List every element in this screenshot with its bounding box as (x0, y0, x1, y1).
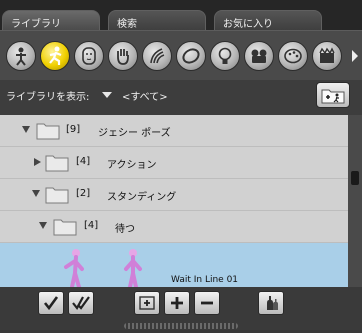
face-icon[interactable] (74, 41, 104, 71)
tab-favorites[interactable]: お気に入り (214, 10, 322, 30)
scrollbar-thumb[interactable] (351, 171, 359, 185)
collapse-arrow-icon[interactable] (34, 158, 41, 166)
scene-icon[interactable] (312, 41, 342, 71)
library-display-value[interactable]: <すべて> (122, 88, 168, 103)
tab-search[interactable]: 検索 (108, 10, 206, 30)
tree-row-wait[interactable]: [4] 待つ (0, 211, 348, 243)
tab-library-label: ライブラリ (11, 19, 61, 30)
figure-icon[interactable] (6, 41, 36, 71)
materials-icon[interactable] (278, 41, 308, 71)
tree-row-count: [2] (76, 188, 91, 199)
tab-favorites-label: お気に入り (223, 19, 273, 30)
expand-arrow-icon[interactable] (39, 222, 47, 229)
tree-row-label: アクション (107, 160, 157, 171)
tree-row-count: [4] (76, 156, 91, 167)
resize-grip[interactable] (124, 323, 238, 329)
add-folder-icon (321, 89, 345, 104)
expand-arrow-icon[interactable] (32, 190, 40, 197)
tree-row-count: [9] (66, 124, 81, 135)
folder-icon (53, 219, 77, 236)
camera-icon[interactable] (244, 41, 274, 71)
apply-double-button[interactable] (68, 291, 94, 315)
category-toolbar (0, 30, 362, 80)
add-folder-button[interactable] (316, 82, 350, 108)
tree-row-jessie-poses[interactable]: [9] ジェシー ポーズ (0, 115, 348, 147)
tree-row-standing[interactable]: [2] スタンディング (0, 179, 348, 211)
light-icon[interactable] (210, 41, 240, 71)
expand-arrow-icon[interactable] (22, 126, 30, 133)
add-to-library-button[interactable] (134, 291, 160, 315)
hair-icon[interactable] (142, 41, 172, 71)
pose-thumbnail-figure (124, 249, 142, 287)
checkmark-icon (43, 296, 59, 311)
tree-row-count: [4] (84, 220, 99, 231)
tab-bar: ライブラリ 検索 お気に入り (0, 0, 362, 30)
bottom-toolbar (0, 287, 362, 333)
remove-button[interactable] (194, 291, 220, 315)
tab-library[interactable]: ライブラリ (2, 10, 100, 30)
library-dropdown-arrow-icon[interactable] (102, 92, 112, 98)
pose-thumbnail-figure (64, 249, 84, 287)
tree-row-label: スタンディング (107, 192, 177, 203)
apply-button[interactable] (38, 291, 64, 315)
tree-row-label: ジェシー ポーズ (98, 128, 171, 139)
tree-row-action[interactable]: [4] アクション (0, 147, 348, 179)
tree-scrollbar[interactable] (348, 115, 362, 287)
add-set-icon (139, 296, 155, 310)
minus-icon (201, 301, 213, 305)
library-display-bar: ライブラリを表示: <すべて> (0, 80, 362, 115)
hand-icon[interactable] (108, 41, 138, 71)
double-checkmark-icon (72, 296, 90, 310)
folder-icon (45, 155, 69, 172)
plus-icon (171, 297, 183, 309)
pose-running-icon[interactable] (40, 41, 70, 71)
tree-row-label: 待つ (115, 224, 135, 235)
folder-icon (36, 123, 60, 140)
pose-thumbnail-name: Wait In Line 01 (171, 275, 239, 285)
bottles-icon (267, 296, 278, 310)
library-display-label: ライブラリを表示: (6, 92, 90, 103)
clothing-icon[interactable] (176, 41, 206, 71)
library-options-button[interactable] (258, 291, 284, 315)
add-button[interactable] (164, 291, 190, 315)
tab-search-label: 検索 (117, 19, 137, 30)
library-tree: [9] ジェシー ポーズ [4] アクション [2] スタンディング [4] 待… (0, 115, 348, 287)
folder-icon (45, 187, 69, 204)
toolbar-scroll-right-icon[interactable] (350, 49, 360, 63)
pose-thumbnail-row[interactable]: Wait In Line 01 (0, 243, 348, 287)
